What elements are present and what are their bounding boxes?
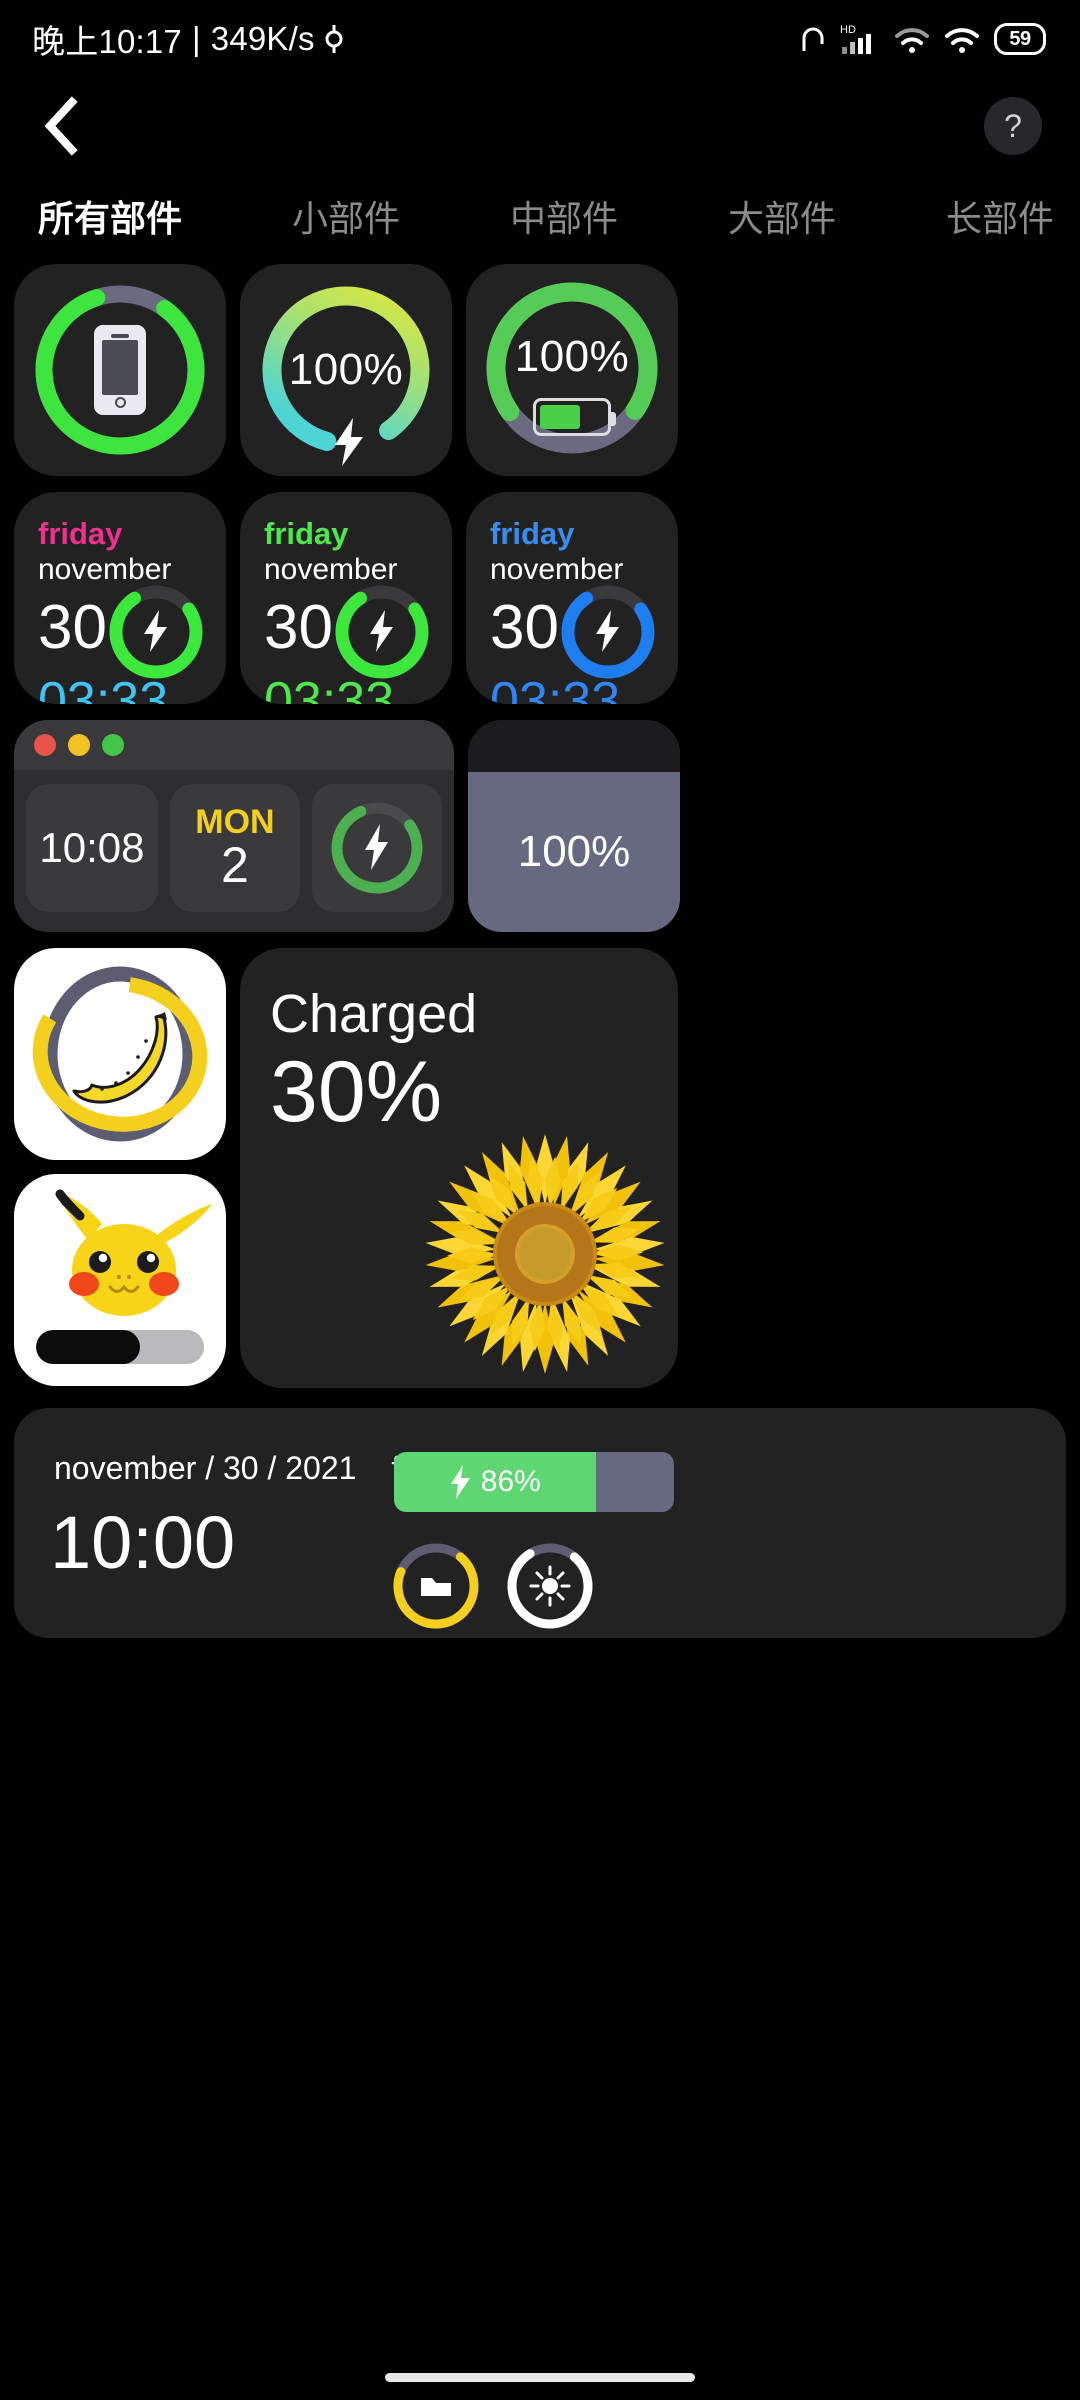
- banana-icon: [72, 1012, 168, 1104]
- tab-bar: 所有部件 小部件 中部件 大部件 长部件: [0, 174, 1080, 264]
- brightness-icon: [529, 1565, 571, 1607]
- pikachu-icon: [55, 1189, 212, 1316]
- date-card-blue[interactable]: friday november 30 03:33: [466, 492, 678, 704]
- banana-ring-widget[interactable]: [14, 948, 226, 1160]
- svg-text:HD: HD: [840, 24, 856, 36]
- lightning-bolt-icon: [370, 610, 393, 652]
- question-mark-icon: ?: [1004, 107, 1022, 144]
- pikachu-progress-fill: [36, 1330, 141, 1364]
- lightning-bolt-icon: [144, 610, 167, 652]
- status-bar-left: 晚上10:17 | 349K/s: [32, 15, 347, 63]
- lightning-bolt-icon: [364, 824, 388, 870]
- chevron-left-icon: [44, 96, 78, 156]
- widget-grid: 100% 100% friday november 30 03:33 frida…: [0, 264, 1080, 1638]
- long-battery-percent: 86%: [480, 1465, 541, 1498]
- minimize-dot-icon[interactable]: [68, 734, 90, 756]
- folder-icon: [421, 1578, 451, 1596]
- wifi-secondary-icon: [945, 28, 979, 53]
- mac-date-tile[interactable]: MON 2: [169, 784, 300, 912]
- mac-weekday: MON: [195, 802, 275, 841]
- mac-clock-tile[interactable]: 10:08: [26, 784, 158, 912]
- maximize-dot-icon[interactable]: [102, 734, 124, 756]
- battery-glyph-icon: [533, 398, 616, 436]
- pikachu-widget[interactable]: [14, 1174, 226, 1386]
- lightning-bolt-icon: [596, 610, 619, 652]
- home-indicator: [385, 2373, 695, 2382]
- lightning-bolt-icon: [335, 418, 363, 466]
- tab-small-widgets[interactable]: 小部件: [292, 190, 400, 242]
- status-bar-right: HD 59: [800, 23, 1046, 55]
- date-card-ring: [556, 580, 660, 689]
- sunflower-icon: [425, 1134, 665, 1374]
- long-battery-fill: 86%: [394, 1452, 596, 1512]
- brightness-ring[interactable]: [500, 1536, 600, 1636]
- slate-percent-widget[interactable]: 100%: [468, 720, 680, 932]
- left-stack: [14, 948, 226, 1388]
- back-button[interactable]: [30, 94, 94, 158]
- battery-level: 59: [1009, 27, 1031, 50]
- status-network-speed: 349K/s: [210, 20, 315, 57]
- wifi-icon: [895, 28, 929, 53]
- mac-window-titlebar: [14, 720, 454, 770]
- battery-ring-percent: 100%: [514, 332, 630, 381]
- date-card-ring: [330, 580, 434, 689]
- date-card-pink[interactable]: friday november 30 03:33: [14, 492, 226, 704]
- slate-percent-value: 100%: [517, 827, 631, 876]
- pikachu-progress-bar: [36, 1330, 204, 1364]
- slate-fill-area: 100%: [468, 772, 680, 932]
- headset-icon: [802, 27, 824, 51]
- mac-window-widget[interactable]: 10:08 MON 2: [14, 720, 454, 932]
- phone-ring-widget[interactable]: [14, 264, 226, 476]
- network-activity-icon: [325, 25, 343, 53]
- long-status-widget[interactable]: november / 30 / 2021 friday 10:00 86%: [14, 1408, 1066, 1638]
- battery-icon: 59: [994, 23, 1046, 55]
- widget-row-1: 100% 100%: [14, 264, 1066, 476]
- help-button[interactable]: ?: [984, 97, 1042, 155]
- charged-widget[interactable]: Charged 30%: [240, 948, 678, 1388]
- mac-battery-ring: [325, 796, 429, 900]
- long-date-text: november / 30 / 2021: [54, 1450, 357, 1486]
- widget-row-4: Charged 30%: [14, 948, 1066, 1388]
- mac-day-number: 2: [221, 836, 249, 893]
- charged-value: 30%: [270, 1043, 443, 1140]
- tab-long-widgets[interactable]: 长部件: [946, 190, 1054, 242]
- tab-all-widgets[interactable]: 所有部件: [38, 190, 182, 242]
- tab-large-widgets[interactable]: 大部件: [728, 190, 836, 242]
- gradient-ring-percent: 100%: [288, 345, 404, 394]
- battery-ring-widget[interactable]: 100%: [466, 264, 678, 476]
- mac-window-body: 10:08 MON 2: [14, 770, 454, 926]
- widget-row-5: november / 30 / 2021 friday 10:00 86%: [14, 1404, 1066, 1638]
- mac-clock-value: 10:08: [39, 824, 145, 871]
- date-card-weekday: friday: [38, 516, 123, 551]
- signal-bars-icon: HD: [840, 24, 871, 54]
- close-dot-icon[interactable]: [34, 734, 56, 756]
- status-separator: |: [191, 20, 201, 57]
- lightning-bolt-icon: [450, 1465, 470, 1499]
- gradient-ring-widget[interactable]: 100%: [240, 264, 452, 476]
- storage-ring[interactable]: [386, 1536, 486, 1636]
- status-time: 晚上10:17: [32, 23, 182, 60]
- widget-row-2: friday november 30 03:33 friday november…: [14, 492, 1066, 704]
- mac-battery-tile[interactable]: [311, 784, 442, 912]
- long-mini-rings: [386, 1536, 600, 1636]
- date-card-weekday: friday: [264, 516, 349, 551]
- phone-icon: [28, 278, 212, 462]
- long-battery-bar: 86%: [394, 1452, 674, 1512]
- slate-top-area: [468, 720, 680, 772]
- charged-title: Charged: [270, 984, 478, 1044]
- date-card-ring: [104, 580, 208, 689]
- status-bar: 晚上10:17 | 349K/s HD 59: [0, 0, 1080, 78]
- date-card-weekday: friday: [490, 516, 575, 551]
- long-clock: 10:00: [50, 1501, 236, 1584]
- widget-row-3: 10:08 MON 2 100%: [14, 720, 1066, 932]
- date-card-green[interactable]: friday november 30 03:33: [240, 492, 452, 704]
- navigation-bar: ?: [0, 78, 1080, 174]
- tab-medium-widgets[interactable]: 中部件: [510, 190, 618, 242]
